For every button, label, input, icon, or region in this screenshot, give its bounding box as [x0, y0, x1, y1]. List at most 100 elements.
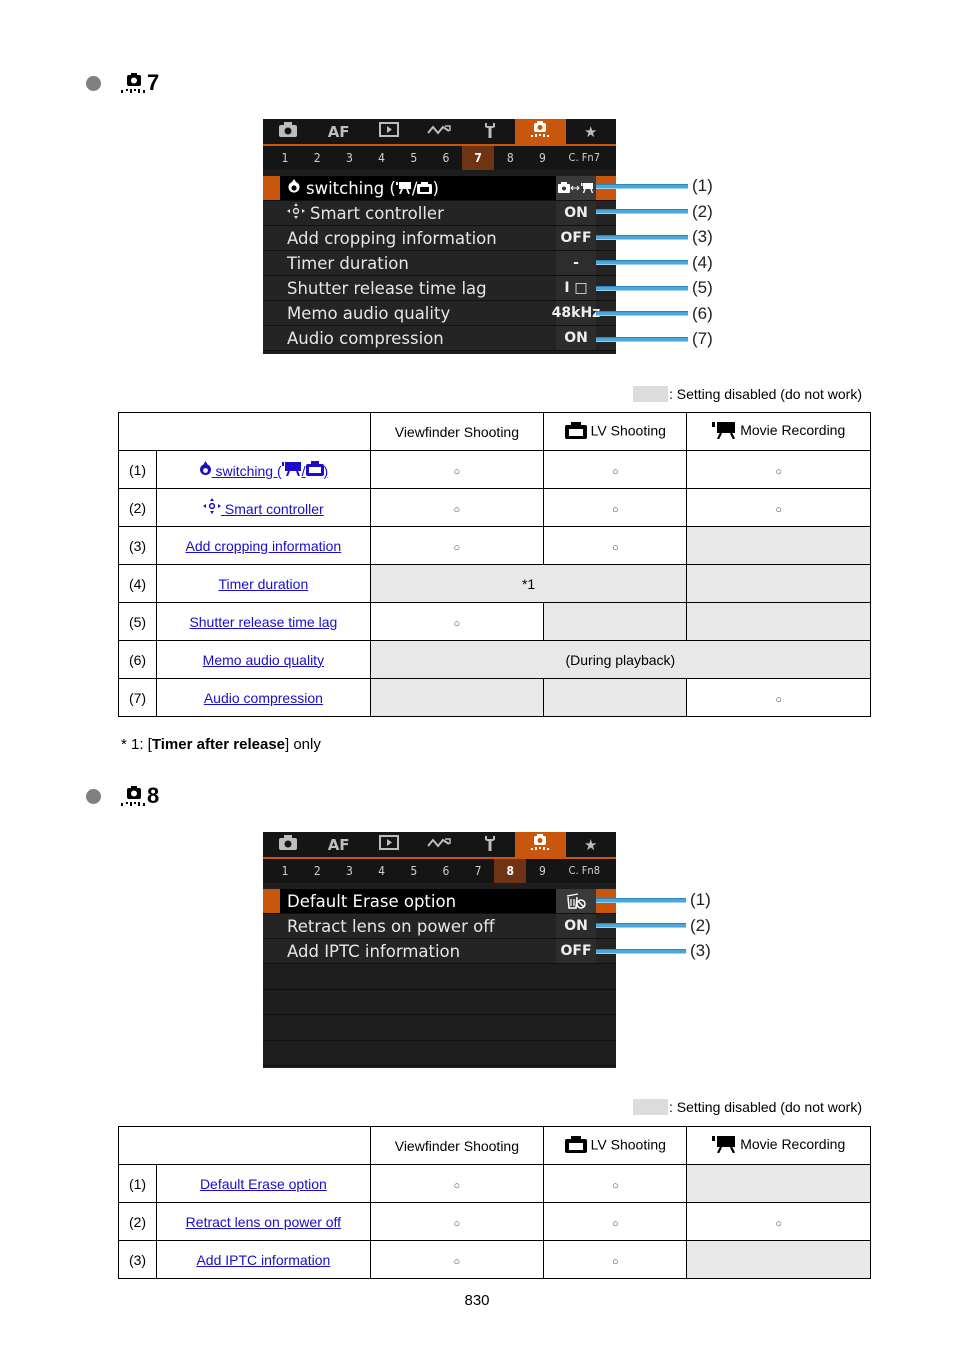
subtab-4[interactable]: 4: [366, 859, 398, 883]
tab-playback[interactable]: [364, 832, 414, 857]
menu-subtabs: 1 2 3 4 5 6 7 8 9 C. Fn8: [263, 859, 616, 883]
conditional-cell: (During playback): [369, 640, 872, 679]
wireless-icon: [427, 123, 452, 141]
callout-label: (3): [690, 941, 711, 960]
subtab-8[interactable]: 8: [494, 146, 526, 170]
link-audio-compression[interactable]: Audio compression: [204, 690, 323, 706]
subtab-7[interactable]: 7: [462, 146, 495, 170]
disabled-cell: [686, 602, 871, 641]
menu-item-switching[interactable]: switching (/): [263, 176, 616, 201]
menu-tabs: AF ★: [263, 832, 616, 859]
available-mark: ○: [453, 1255, 461, 1268]
link-timer-duration[interactable]: Timer duration: [219, 576, 309, 592]
playback-icon: [379, 122, 400, 141]
header-viewfinder: Viewfinder Shooting: [369, 412, 545, 451]
menu-item-empty: [263, 1040, 616, 1066]
playback-icon: [379, 835, 400, 854]
custom-functions-icon: [529, 120, 551, 143]
subtab-5[interactable]: 5: [398, 859, 430, 883]
menu-item-default-erase-option[interactable]: Default Erase option: [263, 889, 616, 914]
menu-item-memo-audio-quality[interactable]: Memo audio quality 48kHz: [263, 301, 616, 326]
lv-camera-icon: [305, 460, 324, 479]
subtab-7[interactable]: 7: [462, 859, 494, 883]
menu-item-empty: [263, 964, 616, 990]
link-retract-lens-on-power-off[interactable]: Retract lens on power off: [186, 1214, 341, 1230]
footnote: * 1: [Timer after release] only: [121, 736, 321, 753]
movie-icon: [712, 421, 736, 442]
table-row: (1) switching (/) ○ ○ ○: [117, 450, 871, 489]
subtab-1[interactable]: 1: [269, 859, 301, 883]
tab-af[interactable]: AF: [313, 119, 363, 144]
link-memo-audio-quality[interactable]: Memo audio quality: [203, 652, 324, 668]
menu-item-audio-compression[interactable]: Audio compression ON: [263, 326, 616, 351]
disabled-legend: : Setting disabled (do not work): [633, 1099, 862, 1115]
subtab-2[interactable]: 2: [301, 146, 333, 170]
menu-item-add-iptc-information[interactable]: Add IPTC information OFF: [263, 939, 616, 964]
subtab-4[interactable]: 4: [366, 146, 398, 170]
link-default-erase-option[interactable]: Default Erase option: [200, 1176, 327, 1192]
callout-label: (2): [692, 201, 713, 221]
subtab-2[interactable]: 2: [301, 859, 333, 883]
link-add-cropping-information[interactable]: Add cropping information: [186, 538, 342, 554]
tab-af[interactable]: AF: [313, 832, 363, 857]
tab-custom-functions[interactable]: [515, 832, 566, 857]
tab-shooting[interactable]: [263, 832, 313, 857]
available-mark: ○: [453, 1217, 461, 1230]
subtab-9[interactable]: 9: [526, 859, 558, 883]
tab-setup[interactable]: [465, 119, 515, 144]
link-switching[interactable]: switching (/): [199, 460, 328, 479]
table-row: (4) Timer duration *1: [117, 564, 871, 603]
subtab-8[interactable]: 8: [494, 859, 527, 883]
menu-item-add-cropping-information[interactable]: Add cropping information OFF: [263, 226, 616, 251]
link-add-iptc-information[interactable]: Add IPTC information: [196, 1252, 330, 1268]
menu-item-smart-controller[interactable]: Smart controller ON: [263, 201, 616, 226]
tab-my-menu[interactable]: ★: [566, 119, 616, 144]
section-heading-7: 7: [86, 68, 159, 98]
tab-setup[interactable]: [465, 832, 515, 857]
wireless-icon: [427, 836, 452, 854]
callout-label: (2): [690, 915, 711, 935]
subtab-1[interactable]: 1: [269, 146, 301, 170]
section-number: 8: [147, 783, 160, 808]
subtab-9[interactable]: 9: [526, 146, 558, 170]
camera-menu-screen-8: AF ★ 1 2 3 4 5 6 7 8 9 C. Fn8 Default Er…: [263, 832, 616, 1068]
available-mark: ○: [453, 465, 461, 478]
subtab-6[interactable]: 6: [430, 859, 462, 883]
menu-item-shutter-release-time-lag[interactable]: Shutter release time lag I □: [263, 276, 616, 301]
header-movie: Movie Recording: [686, 412, 871, 451]
subtab-3[interactable]: 3: [333, 859, 365, 883]
menu-item-retract-lens[interactable]: Retract lens on power off ON: [263, 914, 616, 939]
lv-camera-icon: [417, 179, 433, 198]
tab-wireless[interactable]: [414, 832, 464, 857]
custom-functions-icon: [529, 833, 551, 856]
subtab-6[interactable]: 6: [430, 146, 462, 170]
subtab-cfn-label: C. Fn7: [568, 151, 601, 164]
tab-custom-functions[interactable]: [515, 119, 566, 144]
lv-camera-icon: [564, 421, 587, 442]
link-shutter-release-time-lag[interactable]: Shutter release time lag: [189, 614, 337, 630]
tab-my-menu[interactable]: ★: [566, 832, 616, 857]
table-row: (2) Smart controller ○ ○ ○: [117, 488, 871, 527]
bullet-icon: [86, 75, 101, 91]
callout-label: (6): [692, 303, 713, 323]
disabled-swatch: [633, 386, 668, 402]
subtab-5[interactable]: 5: [398, 146, 430, 170]
menu-item-timer-duration[interactable]: Timer duration -: [263, 251, 616, 276]
camera-icon: [278, 122, 298, 141]
movie-icon: [395, 179, 412, 198]
disabled-cell: [543, 602, 688, 641]
wrench-icon: [483, 122, 497, 142]
header-lv: LV Shooting: [543, 1126, 688, 1165]
available-mark: ○: [775, 693, 783, 706]
disabled-swatch: [633, 1099, 668, 1115]
tab-shooting[interactable]: [263, 119, 313, 144]
tab-playback[interactable]: [364, 119, 414, 144]
disabled-cell: [686, 1240, 871, 1279]
custom-functions-icon: [119, 71, 147, 95]
camera-menu-screen-7: AF ★ 1 2 3 4 5 6 7 8 9 C. Fn7 switching …: [263, 119, 616, 354]
tab-wireless[interactable]: [414, 119, 464, 144]
subtab-3[interactable]: 3: [333, 146, 365, 170]
available-mark: ○: [453, 1179, 461, 1192]
callout-label: (7): [692, 329, 713, 348]
link-smart-controller[interactable]: Smart controller: [203, 498, 324, 517]
